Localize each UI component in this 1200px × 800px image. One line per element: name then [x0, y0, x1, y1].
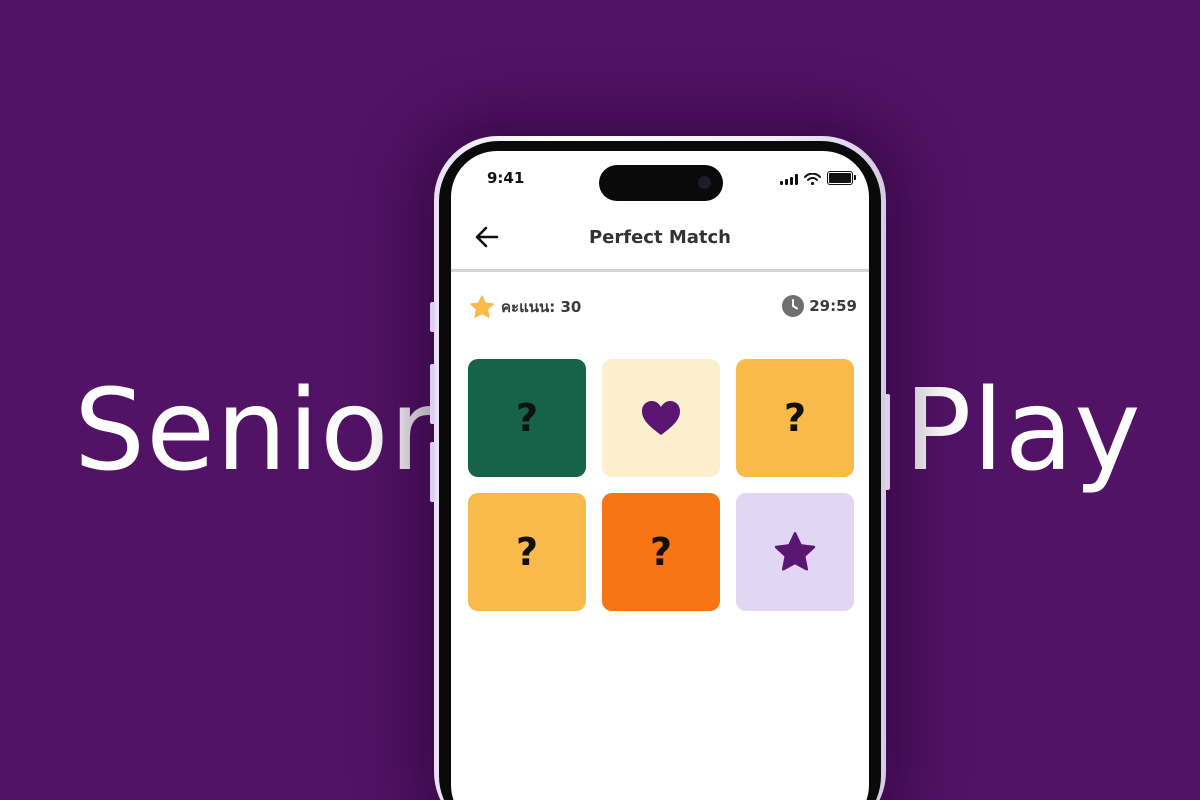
memory-card[interactable]: ?: [736, 359, 854, 477]
memory-card[interactable]: ?: [468, 493, 586, 611]
phone-mute-switch: [430, 302, 435, 332]
phone-volume-down-button: [430, 442, 435, 502]
question-mark: ?: [783, 396, 807, 440]
phone-power-button: [885, 394, 890, 490]
star-icon: [774, 532, 816, 571]
status-icons: [780, 171, 856, 185]
phone-frame: 9:41 Perfect Match คะแนน: 30 29:59 ? ? ?…: [430, 136, 890, 800]
app-header: Perfect Match: [451, 209, 869, 272]
brand-word-play: Play: [904, 366, 1142, 496]
score-display: คะแนน: 30: [469, 294, 581, 320]
dynamic-island: [599, 165, 723, 201]
question-mark: ?: [515, 530, 539, 574]
memory-card[interactable]: ?: [468, 359, 586, 477]
card-grid: ? ? ? ?: [468, 359, 854, 611]
timer-display: 29:59: [781, 294, 857, 318]
page-title: Perfect Match: [588, 227, 731, 248]
memory-card[interactable]: [736, 493, 854, 611]
score-label: คะแนน: 30: [501, 298, 582, 316]
phone-volume-up-button: [430, 364, 435, 424]
app-screen: 9:41 Perfect Match คะแนน: 30 29:59 ? ? ?…: [451, 151, 869, 800]
memory-card[interactable]: [602, 359, 720, 477]
battery-icon: [827, 171, 856, 185]
question-mark: ?: [649, 530, 673, 574]
brand-word-senior: Senior: [74, 366, 437, 496]
star-icon: [470, 295, 494, 318]
question-mark: ?: [515, 396, 539, 440]
status-time: 9:41: [487, 169, 525, 187]
wifi-icon: [804, 173, 821, 185]
timer-value: 29:59: [809, 297, 857, 315]
camera-icon: [698, 176, 711, 189]
signal-icon: [780, 174, 798, 185]
heart-icon: [642, 401, 680, 435]
memory-card[interactable]: ?: [602, 493, 720, 611]
clock-icon: [782, 295, 805, 317]
